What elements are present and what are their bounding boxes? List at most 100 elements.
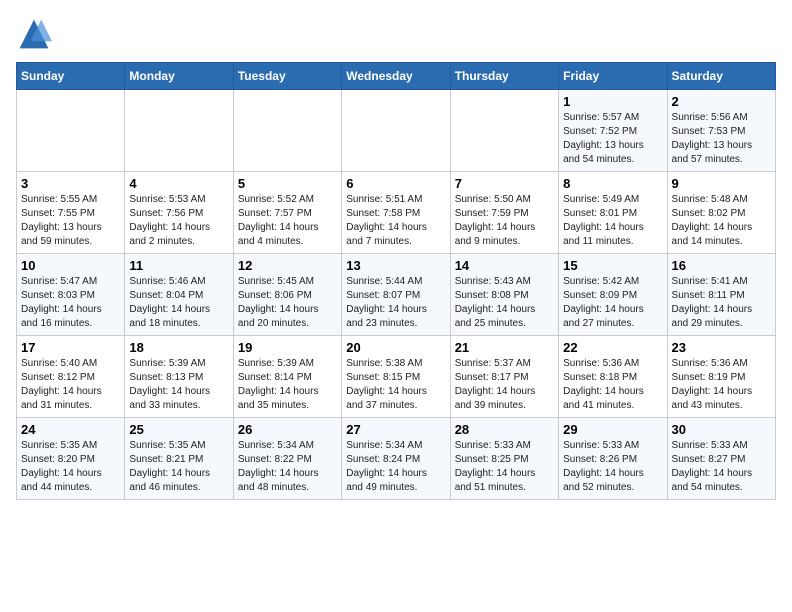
day-number: 22 [563, 340, 662, 355]
day-number: 8 [563, 176, 662, 191]
calendar-cell [233, 90, 341, 172]
calendar-cell: 8 Sunrise: 5:49 AM Sunset: 8:01 PM Daylig… [559, 172, 667, 254]
day-number: 5 [238, 176, 337, 191]
weekday-header: Wednesday [342, 63, 450, 90]
day-info: Sunrise: 5:55 AM Sunset: 7:55 PM Dayligh… [21, 193, 120, 249]
day-number: 6 [346, 176, 445, 191]
calendar-cell: 23Sunrise: 5:36 AM Sunset: 8:19 PM Dayli… [667, 336, 775, 418]
calendar-cell: 3Sunrise: 5:55 AM Sunset: 7:55 PM Daylig… [17, 172, 125, 254]
day-info: Sunrise: 5:44 AM Sunset: 8:07 PM Dayligh… [346, 275, 445, 331]
day-number: 18 [129, 340, 228, 355]
day-info: Sunrise: 5:43 AM Sunset: 8:08 PM Dayligh… [455, 275, 554, 331]
day-info: Sunrise: 5:56 AM Sunset: 7:53 PM Dayligh… [672, 111, 771, 167]
day-number: 16 [672, 258, 771, 273]
calendar-week-row: 3Sunrise: 5:55 AM Sunset: 7:55 PM Daylig… [17, 172, 776, 254]
weekday-header: Monday [125, 63, 233, 90]
calendar-cell: 18 Sunrise: 5:39 AM Sunset: 8:13 PM Dayli… [125, 336, 233, 418]
calendar-cell: 26 Sunrise: 5:34 AM Sunset: 8:22 PM Dayli… [233, 418, 341, 500]
day-info: Sunrise: 5:40 AM Sunset: 8:12 PM Dayligh… [21, 357, 120, 413]
day-number: 14 [455, 258, 554, 273]
day-info: Sunrise: 5:53 AM Sunset: 7:56 PM Dayligh… [129, 193, 228, 249]
calendar-cell: 12 Sunrise: 5:45 AM Sunset: 8:06 PM Dayli… [233, 254, 341, 336]
day-info: Sunrise: 5:37 AM Sunset: 8:17 PM Dayligh… [455, 357, 554, 413]
calendar-cell [17, 90, 125, 172]
day-info: Sunrise: 5:35 AM Sunset: 8:21 PM Dayligh… [129, 439, 228, 495]
calendar-week-row: 17 Sunrise: 5:40 AM Sunset: 8:12 PM Dayli… [17, 336, 776, 418]
day-number: 7 [455, 176, 554, 191]
calendar-cell: 11Sunrise: 5:46 AM Sunset: 8:04 PM Dayli… [125, 254, 233, 336]
day-info: Sunrise: 5:57 AM Sunset: 7:52 PM Dayligh… [563, 111, 662, 167]
calendar-cell: 4 Sunrise: 5:53 AM Sunset: 7:56 PM Daylig… [125, 172, 233, 254]
day-info: Sunrise: 5:35 AM Sunset: 8:20 PM Dayligh… [21, 439, 120, 495]
day-number: 12 [238, 258, 337, 273]
day-number: 27 [346, 422, 445, 437]
day-number: 24 [21, 422, 120, 437]
day-info: Sunrise: 5:34 AM Sunset: 8:22 PM Dayligh… [238, 439, 337, 495]
day-number: 4 [129, 176, 228, 191]
weekday-header: Tuesday [233, 63, 341, 90]
calendar-cell: 17 Sunrise: 5:40 AM Sunset: 8:12 PM Dayli… [17, 336, 125, 418]
day-info: Sunrise: 5:51 AM Sunset: 7:58 PM Dayligh… [346, 193, 445, 249]
day-info: Sunrise: 5:33 AM Sunset: 8:27 PM Dayligh… [672, 439, 771, 495]
calendar-cell: 2 Sunrise: 5:56 AM Sunset: 7:53 PM Daylig… [667, 90, 775, 172]
day-info: Sunrise: 5:42 AM Sunset: 8:09 PM Dayligh… [563, 275, 662, 331]
calendar-cell: 19 Sunrise: 5:39 AM Sunset: 8:14 PM Dayli… [233, 336, 341, 418]
day-number: 23 [672, 340, 771, 355]
calendar-cell: 15 Sunrise: 5:42 AM Sunset: 8:09 PM Dayli… [559, 254, 667, 336]
day-number: 9 [672, 176, 771, 191]
logo [16, 16, 56, 52]
day-info: Sunrise: 5:33 AM Sunset: 8:25 PM Dayligh… [455, 439, 554, 495]
calendar-cell: 24 Sunrise: 5:35 AM Sunset: 8:20 PM Dayli… [17, 418, 125, 500]
calendar-cell: 27 Sunrise: 5:34 AM Sunset: 8:24 PM Dayli… [342, 418, 450, 500]
day-info: Sunrise: 5:48 AM Sunset: 8:02 PM Dayligh… [672, 193, 771, 249]
calendar-cell [125, 90, 233, 172]
calendar-cell: 9 Sunrise: 5:48 AM Sunset: 8:02 PM Daylig… [667, 172, 775, 254]
day-info: Sunrise: 5:47 AM Sunset: 8:03 PM Dayligh… [21, 275, 120, 331]
day-info: Sunrise: 5:33 AM Sunset: 8:26 PM Dayligh… [563, 439, 662, 495]
day-number: 29 [563, 422, 662, 437]
day-number: 19 [238, 340, 337, 355]
weekday-header: Friday [559, 63, 667, 90]
day-info: Sunrise: 5:41 AM Sunset: 8:11 PM Dayligh… [672, 275, 771, 331]
weekday-header: Sunday [17, 63, 125, 90]
calendar-cell: 21 Sunrise: 5:37 AM Sunset: 8:17 PM Dayli… [450, 336, 558, 418]
calendar-table: SundayMondayTuesdayWednesdayThursdayFrid… [16, 62, 776, 500]
day-number: 26 [238, 422, 337, 437]
calendar-cell: 6 Sunrise: 5:51 AM Sunset: 7:58 PM Daylig… [342, 172, 450, 254]
day-info: Sunrise: 5:39 AM Sunset: 8:13 PM Dayligh… [129, 357, 228, 413]
day-info: Sunrise: 5:38 AM Sunset: 8:15 PM Dayligh… [346, 357, 445, 413]
calendar-cell [342, 90, 450, 172]
day-number: 15 [563, 258, 662, 273]
calendar-cell: 13 Sunrise: 5:44 AM Sunset: 8:07 PM Dayli… [342, 254, 450, 336]
calendar-cell: 14 Sunrise: 5:43 AM Sunset: 8:08 PM Dayli… [450, 254, 558, 336]
day-info: Sunrise: 5:45 AM Sunset: 8:06 PM Dayligh… [238, 275, 337, 331]
calendar-cell: 16 Sunrise: 5:41 AM Sunset: 8:11 PM Dayli… [667, 254, 775, 336]
day-number: 21 [455, 340, 554, 355]
calendar-cell: 25Sunrise: 5:35 AM Sunset: 8:21 PM Dayli… [125, 418, 233, 500]
calendar-cell: 20Sunrise: 5:38 AM Sunset: 8:15 PM Dayli… [342, 336, 450, 418]
day-number: 1 [563, 94, 662, 109]
calendar-week-row: 1 Sunrise: 5:57 AM Sunset: 7:52 PM Daylig… [17, 90, 776, 172]
day-info: Sunrise: 5:49 AM Sunset: 8:01 PM Dayligh… [563, 193, 662, 249]
day-number: 17 [21, 340, 120, 355]
day-info: Sunrise: 5:34 AM Sunset: 8:24 PM Dayligh… [346, 439, 445, 495]
day-info: Sunrise: 5:50 AM Sunset: 7:59 PM Dayligh… [455, 193, 554, 249]
calendar-cell: 5 Sunrise: 5:52 AM Sunset: 7:57 PM Daylig… [233, 172, 341, 254]
day-number: 2 [672, 94, 771, 109]
logo-icon [16, 16, 52, 52]
day-number: 13 [346, 258, 445, 273]
header [16, 16, 776, 52]
calendar-cell: 29 Sunrise: 5:33 AM Sunset: 8:26 PM Dayli… [559, 418, 667, 500]
day-info: Sunrise: 5:39 AM Sunset: 8:14 PM Dayligh… [238, 357, 337, 413]
calendar-cell: 1 Sunrise: 5:57 AM Sunset: 7:52 PM Daylig… [559, 90, 667, 172]
day-number: 11 [129, 258, 228, 273]
weekday-header: Saturday [667, 63, 775, 90]
day-number: 28 [455, 422, 554, 437]
day-number: 30 [672, 422, 771, 437]
calendar-cell [450, 90, 558, 172]
calendar-week-row: 24 Sunrise: 5:35 AM Sunset: 8:20 PM Dayli… [17, 418, 776, 500]
day-info: Sunrise: 5:52 AM Sunset: 7:57 PM Dayligh… [238, 193, 337, 249]
calendar-cell: 28 Sunrise: 5:33 AM Sunset: 8:25 PM Dayli… [450, 418, 558, 500]
calendar-cell: 7 Sunrise: 5:50 AM Sunset: 7:59 PM Daylig… [450, 172, 558, 254]
day-number: 10 [21, 258, 120, 273]
